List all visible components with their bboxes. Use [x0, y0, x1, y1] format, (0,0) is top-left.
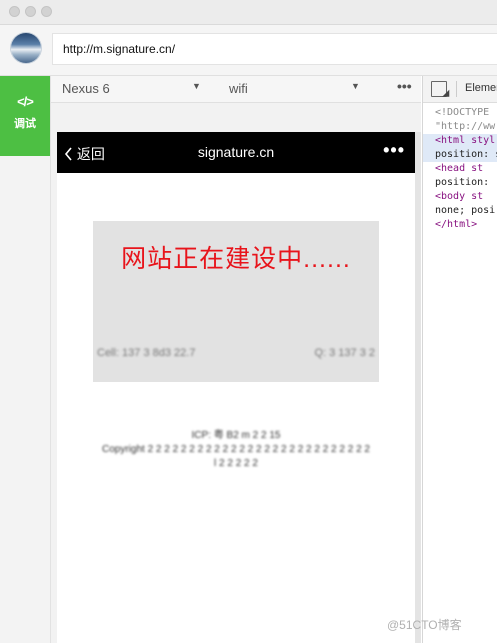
banner-contact-alt: Q: 3 137 3 2 — [314, 347, 375, 359]
devtools-tabbar: Elements — [423, 76, 497, 103]
dom-tree-text: <body st — [435, 191, 484, 202]
watermark: @51CTO博客 — [387, 618, 462, 632]
dom-tree-line[interactable]: none; posi — [423, 204, 497, 218]
more-options-icon[interactable]: ••• — [397, 78, 412, 94]
devtools-panel: Elements <!DOCTYPE "http://ww <html styl po… — [422, 76, 497, 643]
banner: 网站正在建设中...... Cell: 137 3 8d3 22.7 Q: 3 … — [93, 221, 379, 382]
network-select[interactable]: wifi — [229, 81, 248, 96]
dom-tree-line[interactable]: <!DOCTYPE — [423, 106, 497, 120]
device-dropdown-icon[interactable]: ▼ — [192, 81, 201, 91]
dom-tree-line[interactable]: <html styl — [423, 134, 497, 148]
address-bar: http://m.signature.cn/ — [0, 25, 497, 76]
simulator-toolbar: Nexus 6 ▼ wifi ▼ ••• — [51, 76, 421, 103]
footer-line: l 2 2 2 2 2 — [214, 458, 258, 469]
dom-tree-line[interactable]: position: st — [423, 148, 497, 162]
dom-tree-line[interactable]: </html> — [423, 218, 497, 232]
code-icon: </> — [17, 94, 34, 109]
tab-divider — [456, 81, 457, 97]
device-select[interactable]: Nexus 6 — [62, 81, 110, 96]
dom-tree-line[interactable]: position: — [423, 176, 497, 190]
inspect-element-icon[interactable] — [431, 81, 447, 97]
minimize-button[interactable] — [25, 6, 36, 17]
dom-tree-line[interactable]: <head st — [423, 162, 497, 176]
simulator-area: 返回 signature.cn ••• 网站正在建设中...... Cell: … — [51, 103, 421, 643]
banner-contact: Cell: 137 3 8d3 22.7 — [97, 347, 196, 359]
debug-button[interactable]: </> 调试 — [0, 76, 50, 156]
dom-tree-line[interactable]: "http://ww — [423, 120, 497, 134]
dom-tree-text: <html styl — [435, 135, 496, 146]
dom-tree-text: none; posi — [435, 205, 496, 216]
dom-tree-text: <!DOCTYPE — [435, 107, 490, 118]
footer-info: ICP: 粤 B2 m 2 2 15 Copyright 2 2 2 2 2 2… — [57, 429, 415, 471]
zoom-button[interactable] — [41, 6, 52, 17]
phone-title: signature.cn — [197, 144, 275, 160]
network-dropdown-icon[interactable]: ▼ — [351, 81, 360, 91]
phone-more-icon[interactable]: ••• — [383, 140, 405, 161]
footer-line: ICP: 粤 B2 m 2 2 15 — [191, 430, 281, 441]
dom-tree-line[interactable]: <body st — [423, 190, 497, 204]
tool-sidebar: </> 调试 — [0, 76, 51, 643]
debug-label: 调试 — [14, 118, 36, 130]
dom-tree: <!DOCTYPE "http://ww <html styl position: s… — [423, 106, 497, 306]
dom-tree-text: position: st — [435, 149, 497, 160]
phone-screen: 返回 signature.cn ••• 网站正在建设中...... Cell: … — [57, 132, 415, 643]
url-input[interactable]: http://m.signature.cn/ — [52, 33, 497, 65]
dom-tree-text: </html> — [435, 219, 478, 230]
phone-navbar: 返回 signature.cn ••• — [57, 132, 415, 173]
dom-tree-text: position: — [435, 177, 490, 188]
dom-tree-text: "http://ww — [435, 121, 496, 132]
scrollbar[interactable] — [415, 132, 421, 643]
avatar[interactable] — [11, 33, 41, 63]
construction-headline: 网站正在建设中...... — [121, 245, 351, 273]
window-titlebar — [0, 0, 497, 25]
dom-tree-text: <head st — [435, 163, 484, 174]
tab-elements[interactable]: Elements — [465, 82, 497, 94]
close-button[interactable] — [9, 6, 20, 17]
footer-line: Copyright 2 2 2 2 2 2 2 2 2 2 2 2 2 2 2 … — [102, 444, 370, 455]
